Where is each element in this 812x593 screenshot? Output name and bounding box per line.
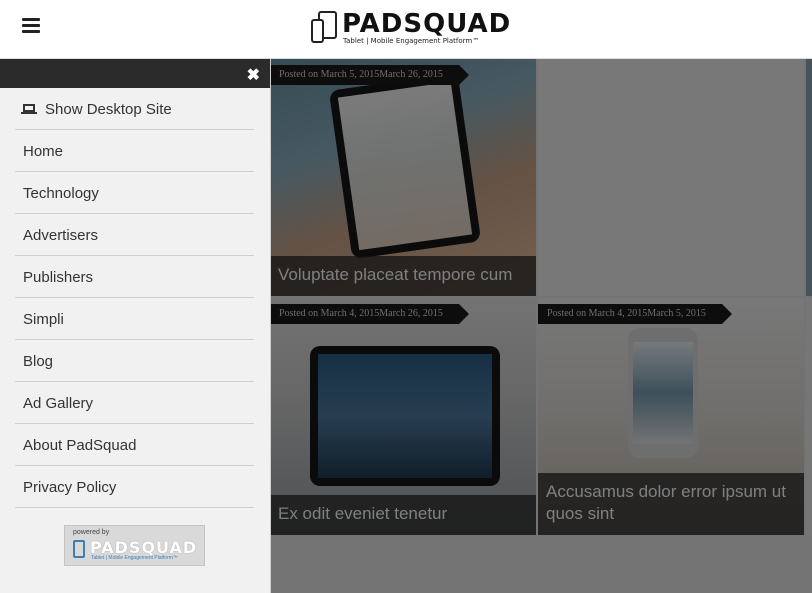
logo-wordmark: PADSQUAD bbox=[342, 9, 512, 39]
sidebar-menu: ✖ Show Desktop Site Home Technology Adve… bbox=[0, 59, 271, 593]
hamburger-menu-icon[interactable] bbox=[22, 18, 40, 34]
sidebar-item-home[interactable]: Home bbox=[15, 130, 254, 172]
sidebar-item-about-padsquad[interactable]: About PadSquad bbox=[15, 424, 254, 466]
site-logo[interactable]: PADSQUAD Tablet | Mobile Engagement Plat… bbox=[310, 9, 512, 46]
padsquad-logo-icon bbox=[73, 540, 85, 558]
content-dim-overlay[interactable] bbox=[270, 59, 812, 593]
sidebar-item-label: Publishers bbox=[23, 269, 94, 286]
sidebar-item-label: Simpli bbox=[23, 311, 64, 328]
close-icon[interactable]: ✖ bbox=[247, 65, 260, 85]
sidebar-item-show-desktop-site[interactable]: Show Desktop Site bbox=[15, 88, 254, 130]
sidebar-item-simpli[interactable]: Simpli bbox=[15, 298, 254, 340]
sidebar-item-label: About PadSquad bbox=[23, 437, 137, 454]
sidebar-item-label: Advertisers bbox=[23, 227, 99, 244]
sidebar-item-label: Privacy Policy bbox=[23, 479, 117, 496]
sidebar-item-label: Show Desktop Site bbox=[45, 101, 172, 118]
logo-tagline: Tablet | Mobile Engagement Platform™ bbox=[343, 37, 480, 45]
sidebar-item-privacy-policy[interactable]: Privacy Policy bbox=[15, 466, 254, 508]
sidebar-item-advertisers[interactable]: Advertisers bbox=[15, 214, 254, 256]
sidebar-item-blog[interactable]: Blog bbox=[15, 340, 254, 382]
sidebar-item-label: Technology bbox=[23, 185, 99, 202]
powered-by-text: powered by bbox=[73, 529, 110, 536]
sidebar-item-ad-gallery[interactable]: Ad Gallery bbox=[15, 382, 254, 424]
sidebar-item-label: Home bbox=[23, 143, 64, 160]
sidebar-item-technology[interactable]: Technology bbox=[15, 172, 254, 214]
site-header: PADSQUAD Tablet | Mobile Engagement Plat… bbox=[0, 0, 812, 59]
sidebar-topbar: ✖ bbox=[0, 59, 270, 88]
logo-tablet-icon bbox=[311, 11, 337, 43]
laptop-icon bbox=[21, 104, 37, 115]
powered-by-badge[interactable]: powered by PADSQUAD Tablet | Mobile Enga… bbox=[64, 525, 205, 566]
powered-by-tagline: Tablet | Mobile Engagement Platform™ bbox=[91, 555, 178, 561]
sidebar-nav: Show Desktop Site Home Technology Advert… bbox=[0, 88, 270, 508]
sidebar-item-label: Ad Gallery bbox=[23, 395, 94, 412]
sidebar-item-publishers[interactable]: Publishers bbox=[15, 256, 254, 298]
sidebar-item-label: Blog bbox=[23, 353, 54, 370]
